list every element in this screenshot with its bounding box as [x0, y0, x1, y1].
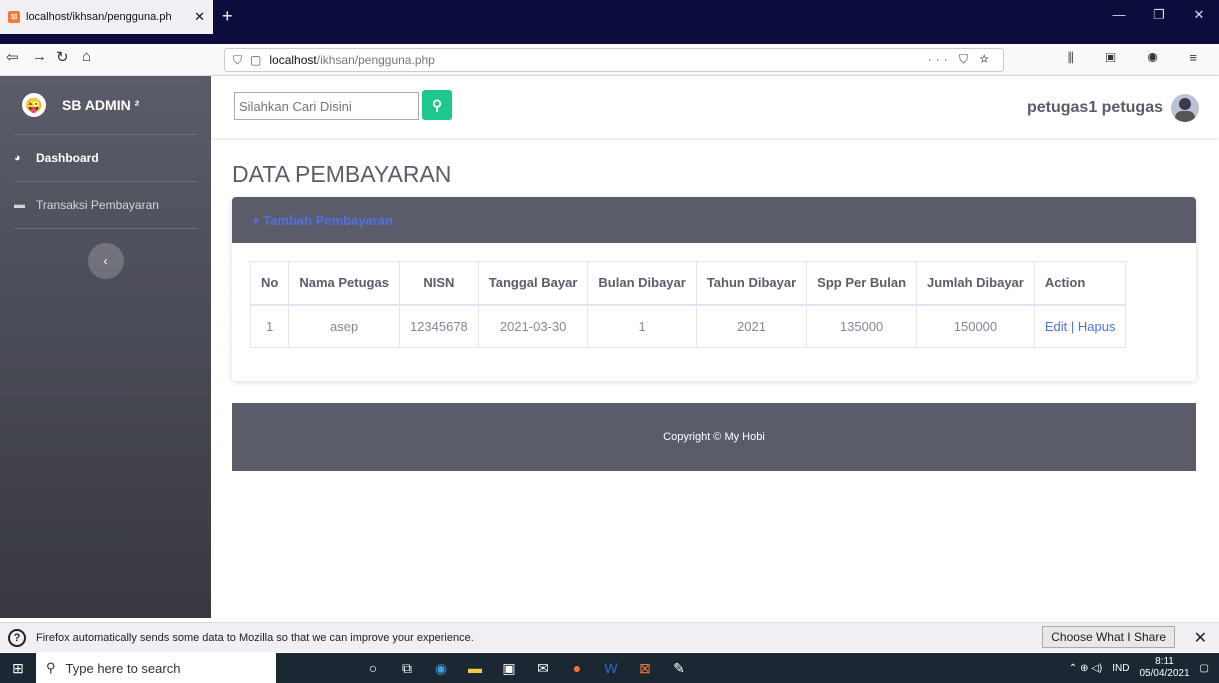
firefox-icon[interactable]: ● — [560, 660, 594, 677]
user-name: petugas1 petugas — [1026, 99, 1163, 116]
column-header: Bulan Dibayar — [587, 261, 697, 306]
close-window-icon[interactable]: ✕ — [1179, 0, 1219, 34]
clock-time: 8:11 — [1155, 656, 1174, 667]
store-icon[interactable]: ▣ — [492, 660, 526, 677]
action-separator: | — [1067, 318, 1078, 334]
search-icon: ⚲ — [46, 660, 56, 675]
cell-tahun: 2021 — [695, 304, 808, 348]
taskbar-search-placeholder: Type here to search — [65, 660, 181, 676]
search-button[interactable]: ⚲ — [422, 90, 452, 120]
cell-nama: asep — [288, 304, 400, 348]
shield-icon: ⛉ — [233, 52, 243, 67]
notification-text: Firefox automatically sends some data to… — [36, 631, 474, 644]
column-header: NISN — [398, 261, 479, 306]
table-icon: ▬ — [14, 199, 25, 211]
page-title: DATA PEMBAYARAN — [232, 161, 452, 187]
word-icon[interactable]: W — [594, 660, 628, 677]
taskbar-apps: ○ ⧉ ◉ ▬ ▣ ✉ ● W ⊠ ✎ — [356, 660, 696, 677]
window-controls: — ❐ ✕ — [1099, 0, 1219, 34]
clock-date: 05/04/2021 — [1139, 668, 1190, 679]
cell-action: Edit | Hapus — [1033, 304, 1127, 348]
sidebar-item-label: Transaksi Pembayaran — [36, 198, 159, 212]
topbar: ⚲ petugas1 petugas — [211, 76, 1219, 138]
cell-nisn: 12345678 — [398, 304, 479, 348]
url-bar[interactable]: ⛉ ▢ localhost/ikhsan/pengguna.php ··· ⛉ … — [224, 48, 1004, 72]
table-row: 1 asep 12345678 2021-03-30 1 2021 135000… — [249, 304, 1127, 348]
notifications-icon[interactable]: ▢ — [1200, 663, 1209, 674]
xampp-icon[interactable]: ⊠ — [628, 660, 662, 677]
footer: Copyright © My Hobi — [232, 403, 1196, 471]
delete-link[interactable]: Hapus — [1078, 319, 1116, 334]
tab-close-icon[interactable]: ✕ — [194, 9, 205, 25]
url-path: /ikhsan/pengguna.php — [316, 53, 435, 67]
sidebar-divider — [14, 228, 197, 229]
tachometer-icon: ◕ — [14, 152, 21, 164]
sidebar-toggle-button[interactable]: ‹ — [87, 243, 124, 279]
taskbar-search[interactable]: ⚲ Type here to search — [36, 653, 276, 683]
payment-card: + Tambah Pembayaran No Nama Petugas NISN… — [232, 197, 1196, 381]
task-view-icon[interactable]: ⧉ — [390, 660, 424, 677]
column-header: No — [249, 261, 290, 306]
system-tray: ⌃ ⊕ ◁) IND 8:11 05/04/2021 ▢ — [1069, 653, 1209, 683]
browser-tab-bar: ⊠ localhost/ikhsan/pengguna.ph ✕ + — ❐ ✕ — [0, 0, 1219, 44]
payment-table: No Nama Petugas NISN Tanggal Bayar Bulan… — [249, 261, 1127, 348]
browser-navbar: ⇦ → ↻ ⌂ ⛉ ▢ localhost/ikhsan/pengguna.ph… — [0, 44, 1219, 76]
language-indicator[interactable]: IND — [1112, 663, 1129, 674]
sidebar-item-transaksi[interactable]: ▬ Transaksi Pembayaran — [0, 182, 211, 228]
reload-icon[interactable]: ↻ — [56, 48, 69, 66]
column-header: Tanggal Bayar — [477, 261, 589, 306]
search-icon: ⚲ — [431, 97, 443, 113]
toolbar-icons[interactable]: ⫼ ▣ ◉ ≡ — [1068, 50, 1211, 66]
page-actions-icon[interactable]: ··· ⛉ ☆ — [928, 52, 993, 67]
windows-start-icon[interactable]: ⊞ — [0, 660, 36, 677]
search-input[interactable] — [234, 92, 419, 120]
clock[interactable]: 8:11 05/04/2021 — [1139, 656, 1189, 680]
table-header-row: No Nama Petugas NISN Tanggal Bayar Bulan… — [249, 261, 1127, 306]
tray-icons[interactable]: ⌃ ⊕ ◁) — [1069, 663, 1102, 674]
avatar — [1171, 94, 1199, 122]
sidebar: 😜 SB ADMIN ² ◕ Dashboard ▬ Transaksi Pem… — [0, 76, 211, 618]
column-header: Action — [1033, 261, 1127, 306]
url-host: localhost — [269, 53, 317, 67]
notification-bar: ? Firefox automatically sends some data … — [0, 622, 1219, 652]
brand-label: SB ADMIN ² — [62, 97, 140, 113]
cortana-icon[interactable]: ○ — [356, 660, 390, 677]
cell-bulan: 1 — [587, 304, 697, 348]
column-header: Tahun Dibayar — [695, 261, 808, 306]
column-header: Jumlah Dibayar — [916, 261, 1035, 306]
file-explorer-icon[interactable]: ▬ — [458, 660, 492, 677]
close-icon[interactable]: ✕ — [1194, 628, 1207, 648]
new-tab-icon[interactable]: + — [222, 6, 233, 27]
cell-no: 1 — [249, 304, 290, 348]
forward-icon[interactable]: → — [32, 48, 47, 65]
column-header: Spp Per Bulan — [806, 261, 918, 306]
sidebar-item-dashboard[interactable]: ◕ Dashboard — [0, 135, 211, 181]
sidebar-item-label: Dashboard — [36, 151, 99, 165]
restore-icon[interactable]: ❐ — [1139, 0, 1179, 34]
minimize-icon[interactable]: — — [1099, 0, 1139, 34]
xampp-favicon-icon: ⊠ — [8, 11, 20, 23]
choose-share-button[interactable]: Choose What I Share — [1042, 626, 1175, 648]
paint-icon[interactable]: ✎ — [662, 660, 696, 677]
page-icon: ▢ — [250, 53, 262, 67]
taskbar: ⊞ ⚲ Type here to search ○ ⧉ ◉ ▬ ▣ ✉ ● W … — [0, 653, 1219, 683]
tab-title: localhost/ikhsan/pengguna.ph — [26, 11, 172, 23]
mail-icon[interactable]: ✉ — [526, 660, 560, 677]
browser-tab[interactable]: ⊠ localhost/ikhsan/pengguna.ph ✕ — [0, 0, 213, 34]
home-icon[interactable]: ⌂ — [82, 48, 91, 65]
question-icon: ? — [8, 628, 26, 647]
add-payment-link[interactable]: + Tambah Pembayaran — [232, 197, 1196, 243]
edit-link[interactable]: Edit — [1045, 319, 1067, 334]
sidebar-brand[interactable]: 😜 SB ADMIN ² — [0, 76, 211, 134]
cell-spp: 135000 — [806, 304, 918, 348]
cell-tanggal: 2021-03-30 — [477, 304, 589, 348]
edge-icon[interactable]: ◉ — [424, 660, 458, 677]
column-header: Nama Petugas — [288, 261, 400, 306]
laugh-wink-icon: 😜 — [22, 93, 46, 117]
user-menu[interactable]: petugas1 petugas — [1027, 94, 1199, 122]
back-icon[interactable]: ⇦ — [6, 48, 19, 66]
cell-jumlah: 150000 — [916, 304, 1035, 348]
